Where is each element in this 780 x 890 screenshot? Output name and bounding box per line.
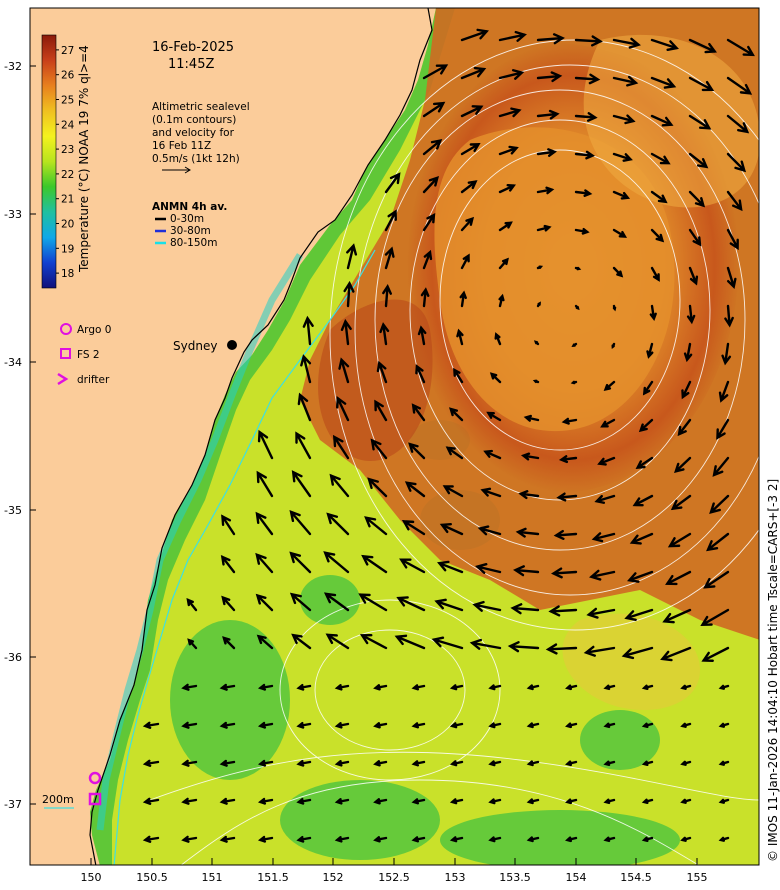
colorbar-tick-label: 25 <box>61 94 74 106</box>
lat-tick: -32 <box>4 60 22 73</box>
note-line: 16 Feb 11Z <box>152 140 211 152</box>
velocity-arrow <box>536 265 544 270</box>
map-canvas <box>30 8 759 865</box>
anmn-title: ANMN 4h av. <box>152 201 227 213</box>
lat-tick: -34 <box>4 356 22 369</box>
colorbar-tick-label: 24 <box>61 119 75 131</box>
lat-tick: -35 <box>4 504 22 517</box>
lon-tick: 154 <box>566 871 587 884</box>
lon-tick: 150.5 <box>136 871 168 884</box>
lon-tick: 153.5 <box>499 871 531 884</box>
colorbar-tick-label: 23 <box>61 144 74 156</box>
sydney-dot <box>227 340 237 350</box>
city-label: Sydney <box>173 339 217 353</box>
velocity-arrow <box>612 304 617 312</box>
anmn-label: 80-150m <box>170 237 217 249</box>
velocity-arrow <box>532 379 540 384</box>
colorbar-tick-label: 27 <box>61 45 74 57</box>
legend-label: Argo 0 <box>77 324 111 336</box>
lon-tick: 150 <box>81 871 102 884</box>
anmn-label: 0-30m <box>170 213 204 225</box>
lon-tick: 153 <box>445 871 466 884</box>
colorbar-tick-label: 26 <box>61 70 75 82</box>
lon-tick: 154.5 <box>620 871 652 884</box>
colorbar-tick-label: 22 <box>61 169 74 181</box>
lon-tick: 152.5 <box>378 871 410 884</box>
velocity-arrow <box>574 266 582 271</box>
colorbar-tick-label: 18 <box>61 268 74 280</box>
depth-label: 200m <box>42 793 74 806</box>
lat-tick: -33 <box>4 208 22 221</box>
time-label: 11:45Z <box>168 57 214 72</box>
velocity-arrow <box>533 340 540 346</box>
note-line: (0.1m contours) <box>152 114 236 126</box>
colorbar-tick-label: 20 <box>61 219 74 231</box>
note-line: 0.5m/s (1kt 12h) <box>152 153 240 165</box>
legend-label: drifter <box>77 374 110 386</box>
velocity-arrow <box>611 342 616 350</box>
lon-tick: 151 <box>202 871 223 884</box>
sst-map: Sydney -32 -33 -34 -35 -36 -37 150 150.5… <box>4 7 780 884</box>
credit-text: © IMOS 11-Jan-2026 14:04:10 Hobart time … <box>766 479 780 862</box>
lat-tick: -36 <box>4 651 22 664</box>
note-line: Altimetric sealevel <box>152 101 250 113</box>
colorbar-tick-label: 21 <box>61 194 74 206</box>
lat-tick: -37 <box>4 798 22 811</box>
date-label: 16-Feb-2025 <box>152 40 234 55</box>
velocity-arrow <box>570 380 578 385</box>
lon-tick: 155 <box>687 871 708 884</box>
colorbar-title: Temperature (°C) NOAA 19 7% ql>=4 <box>77 45 91 273</box>
velocity-arrow <box>574 304 580 311</box>
lon-tick: 151.5 <box>257 871 289 884</box>
anmn-label: 30-80m <box>170 225 211 237</box>
colorbar-tick-label: 19 <box>61 243 74 255</box>
note-line: and velocity for <box>152 127 235 139</box>
lon-tick: 152 <box>323 871 344 884</box>
velocity-arrow <box>536 301 541 308</box>
legend-label: FS 2 <box>77 349 100 361</box>
velocity-arrow <box>571 342 578 348</box>
